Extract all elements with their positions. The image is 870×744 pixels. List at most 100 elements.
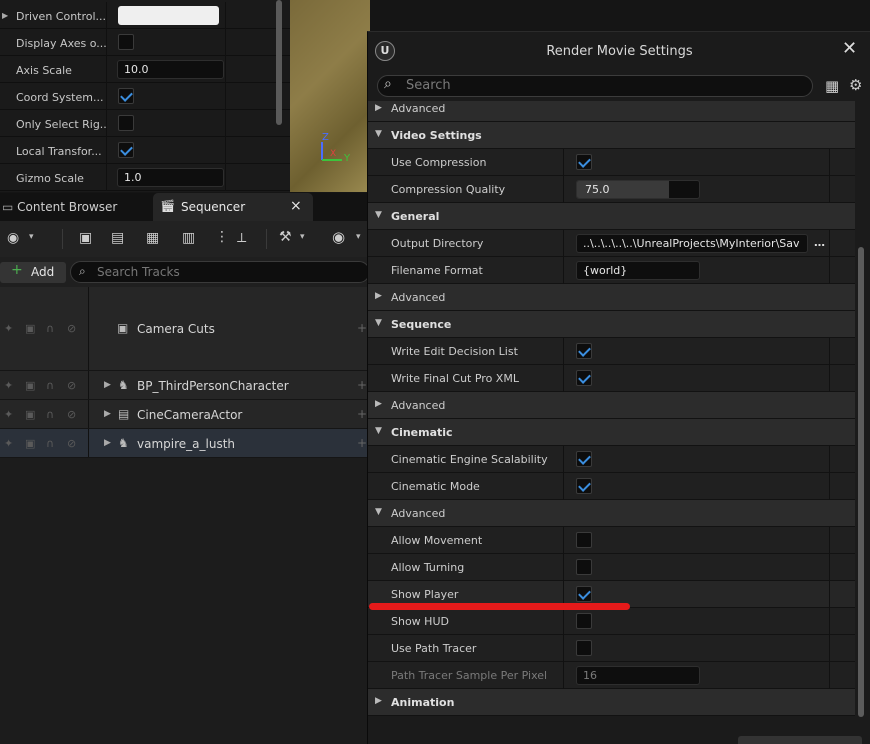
column-divider[interactable] <box>106 110 107 137</box>
column-divider[interactable] <box>563 608 564 635</box>
column-divider[interactable] <box>563 662 564 689</box>
close-tab-icon[interactable]: × <box>290 198 302 214</box>
expand-arrow-icon[interactable]: ▶ <box>104 380 111 390</box>
checkbox[interactable] <box>576 559 592 575</box>
number-field[interactable]: 1.0 <box>117 168 224 187</box>
add-subtrack-icon[interactable]: + <box>357 321 367 335</box>
tab-sequencer[interactable]: 🎬︎ Sequencer × <box>153 193 313 221</box>
settings-category-row[interactable]: ▼ Cinematic <box>368 419 855 446</box>
column-divider[interactable] <box>563 527 564 554</box>
settings-search-input[interactable]: ⌕ Search <box>377 75 813 97</box>
pin-icon[interactable]: ✦ <box>4 437 13 450</box>
collapse-arrow-icon[interactable]: ▼ <box>375 426 382 436</box>
number-field[interactable]: 10.0 <box>117 60 224 79</box>
column-divider[interactable] <box>106 164 107 191</box>
lock-icon[interactable]: ▣ <box>25 379 35 392</box>
table-view-icon[interactable]: ▦ <box>825 77 839 95</box>
add-subtrack-icon[interactable]: + <box>357 436 367 450</box>
checkbox[interactable] <box>576 451 592 467</box>
wrench-icon[interactable]: ⚒ <box>279 229 292 245</box>
column-divider[interactable] <box>106 2 107 29</box>
checkbox[interactable] <box>118 88 134 104</box>
browse-ellipsis-icon[interactable]: … <box>814 236 825 249</box>
expand-arrow-icon[interactable]: ▶ <box>375 291 382 301</box>
lock-icon[interactable]: ▣ <box>25 408 35 421</box>
column-divider[interactable] <box>106 83 107 110</box>
column-divider[interactable] <box>563 257 564 284</box>
clapper-icon[interactable]: ▥ <box>182 230 195 246</box>
settings-category-row[interactable]: ▶ Animation <box>368 689 855 716</box>
transform-tool-icon[interactable]: ⟂ <box>237 230 246 246</box>
settings-category-row[interactable]: ▼ General <box>368 203 855 230</box>
expand-arrow-icon[interactable]: ▶ <box>2 11 8 20</box>
add-track-button[interactable]: + Add <box>0 262 66 283</box>
pin-icon[interactable]: ✦ <box>4 408 13 421</box>
checkbox[interactable] <box>576 586 592 602</box>
collapse-arrow-icon[interactable]: ▼ <box>375 507 382 517</box>
sequencer-track[interactable]: ✦ ▣ ∩ ⊘ ▶ ♞ vampire_a_lusth + <box>0 429 370 458</box>
sequencer-track[interactable]: ✦ ▣ ∩ ⊘ ▣ Camera Cuts + <box>0 287 370 371</box>
details-scrollbar[interactable] <box>276 0 282 125</box>
settings-category-row[interactable]: ▶ Advanced <box>368 392 855 419</box>
sequencer-track[interactable]: ✦ ▣ ∩ ⊘ ▶ ▤ CineCameraActor + <box>0 400 370 429</box>
column-divider[interactable] <box>563 446 564 473</box>
headphones-icon[interactable]: ∩ <box>46 408 54 421</box>
settings-category-row[interactable]: ▶ Advanced <box>368 284 855 311</box>
expand-arrow-icon[interactable]: ▶ <box>104 438 111 448</box>
checkbox[interactable] <box>118 142 134 158</box>
settings-category-row[interactable]: ▼ Advanced <box>368 500 855 527</box>
headphones-icon[interactable]: ∩ <box>46 322 54 335</box>
disable-icon[interactable]: ⊘ <box>67 408 76 421</box>
settings-category-row[interactable]: ▼ Sequence <box>368 311 855 338</box>
gear-icon[interactable]: ⚙ <box>849 76 862 94</box>
column-divider[interactable] <box>563 635 564 662</box>
expand-arrow-icon[interactable]: ▶ <box>375 103 382 113</box>
checkbox[interactable] <box>576 370 592 386</box>
chevron-down-icon[interactable]: ▾ <box>29 232 34 242</box>
pin-icon[interactable]: ✦ <box>4 379 13 392</box>
lock-icon[interactable]: ▣ <box>25 437 35 450</box>
expand-arrow-icon[interactable]: ▶ <box>104 409 111 419</box>
column-divider[interactable] <box>106 56 107 83</box>
sequencer-track[interactable]: ✦ ▣ ∩ ⊘ ▶ ♞ BP_ThirdPersonCharacter + <box>0 371 370 400</box>
collapse-arrow-icon[interactable]: ▼ <box>375 210 382 220</box>
tab-content-browser[interactable]: ▭ Content Browser <box>2 193 142 221</box>
column-divider[interactable] <box>563 230 564 257</box>
checkbox[interactable] <box>576 532 592 548</box>
headphones-icon[interactable]: ∩ <box>46 379 54 392</box>
settings-category-row[interactable]: ▶ Advanced <box>368 101 855 122</box>
number-field[interactable]: 16 <box>576 666 700 685</box>
eye-icon[interactable]: ◉ <box>332 228 345 246</box>
disable-icon[interactable]: ⊘ <box>67 379 76 392</box>
color-swatch[interactable] <box>118 6 219 25</box>
chevron-down-icon[interactable]: ▾ <box>300 232 305 242</box>
add-subtrack-icon[interactable]: + <box>357 378 367 392</box>
lock-icon[interactable]: ▣ <box>25 322 35 335</box>
column-divider[interactable] <box>563 554 564 581</box>
quality-slider[interactable]: 75.0 <box>576 180 700 199</box>
pin-icon[interactable]: ✦ <box>4 322 13 335</box>
checkbox[interactable] <box>576 154 592 170</box>
text-field[interactable]: {world} <box>576 261 700 280</box>
window-title-bar[interactable]: U Render Movie Settings ✕ <box>368 32 870 68</box>
collapse-arrow-icon[interactable]: ▼ <box>375 318 382 328</box>
close-icon[interactable]: ✕ <box>842 38 857 59</box>
column-divider[interactable] <box>563 365 564 392</box>
disable-icon[interactable]: ⊘ <box>67 437 76 450</box>
checkbox[interactable] <box>576 343 592 359</box>
expand-arrow-icon[interactable]: ▶ <box>375 399 382 409</box>
find-asset-icon[interactable]: ▤ <box>111 230 124 246</box>
settings-scrollbar[interactable] <box>858 247 864 717</box>
save-icon[interactable]: ▣ <box>79 230 92 246</box>
expand-arrow-icon[interactable]: ▶ <box>375 696 382 706</box>
settings-category-row[interactable]: ▼ Video Settings <box>368 122 855 149</box>
world-icon[interactable]: ◉ <box>7 230 19 246</box>
render-movie-button[interactable] <box>738 736 862 744</box>
checkbox[interactable] <box>118 115 134 131</box>
level-viewport[interactable]: Z Y X <box>290 0 370 192</box>
collapse-arrow-icon[interactable]: ▼ <box>375 129 382 139</box>
column-divider[interactable] <box>106 137 107 164</box>
add-subtrack-icon[interactable]: + <box>357 407 367 421</box>
column-divider[interactable] <box>563 473 564 500</box>
checkbox[interactable] <box>118 34 134 50</box>
